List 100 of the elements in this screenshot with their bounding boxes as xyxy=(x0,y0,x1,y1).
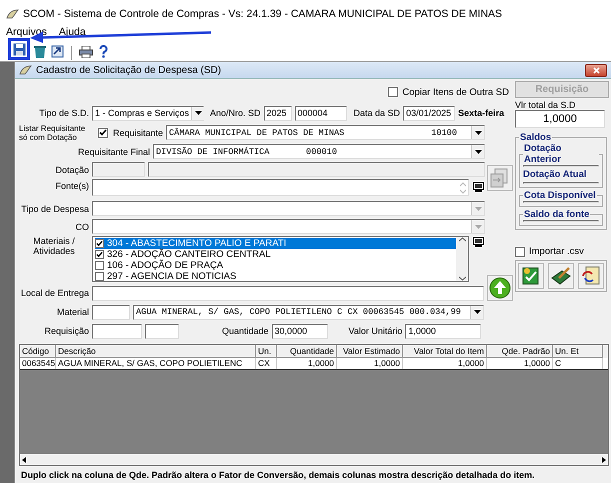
field-label: Valor Unitário xyxy=(348,326,402,336)
requester-dropdown[interactable]: CÂMARA MUNICIPAL DE PATOS DE MINAS 10100 xyxy=(166,125,485,140)
list-item[interactable]: 297 - AGENCIA DE NOTICIAS xyxy=(95,271,456,282)
caret-icon xyxy=(474,206,482,210)
scroll-right-icon[interactable] xyxy=(600,456,608,464)
toolbar-button[interactable] xyxy=(77,43,94,60)
bin-icon xyxy=(34,45,46,58)
table-cell: 1,0000 xyxy=(277,358,337,369)
group-title: Dotação Anterior xyxy=(523,143,562,165)
up-button[interactable] xyxy=(487,275,513,301)
window-title: SCOM - Sistema de Controle de Compras - Vs: 24.1.39 - CAMARA MUNICIPAL DE PATOS DE MINAS xyxy=(23,8,502,20)
app-icon xyxy=(19,64,32,76)
add-item-button[interactable] xyxy=(518,263,544,289)
form-title: Cadastro de Solicitação de Despesa (SD) xyxy=(36,64,222,76)
floppy-icon xyxy=(12,42,26,56)
field-label: Fonte(s) xyxy=(54,181,89,191)
total-field[interactable]: 1,0000 xyxy=(515,110,605,128)
close-icon xyxy=(592,66,600,74)
scrollbar[interactable] xyxy=(456,237,468,281)
caret-icon xyxy=(474,150,482,154)
table-cell: 1,0000 xyxy=(403,358,487,369)
question-mark-icon xyxy=(99,45,108,58)
document-arrow-icon xyxy=(51,45,64,58)
material-dropdown[interactable]: AGUA MINERAL, S/ GAS, COPO POLIETILENO C CX 00063545 000.034,99 xyxy=(133,304,484,320)
documents-icon xyxy=(490,168,510,188)
input-field[interactable] xyxy=(92,162,145,177)
co-dropdown[interactable] xyxy=(92,219,485,234)
caret-icon xyxy=(474,130,482,134)
table-cell: AGUA MINERAL, S/ GAS, COPO POLIETILENC xyxy=(56,358,256,369)
field-label: Dotação xyxy=(54,164,89,174)
number-field[interactable]: 000004 xyxy=(294,106,347,120)
monitor-icon[interactable] xyxy=(472,236,484,248)
input-field[interactable] xyxy=(92,324,142,338)
menu-item[interactable]: Arquivos xyxy=(6,26,47,38)
final-requester-dropdown[interactable]: DIVISÃO DE INFORMÁTICA 000010 xyxy=(153,144,485,159)
input-field[interactable] xyxy=(145,324,179,338)
document-button[interactable] xyxy=(578,263,604,289)
scroll-up-icon[interactable] xyxy=(458,237,466,242)
table-cell: 1,0000 xyxy=(337,358,403,369)
table-cell: 1,0000 xyxy=(487,358,553,369)
group-title: Saldo da fonte xyxy=(523,209,590,220)
list-item[interactable]: 106 - ADOÇÃO DE PRAÇA xyxy=(95,260,456,271)
table-cell: 0063545 xyxy=(20,358,56,369)
checkbox[interactable] xyxy=(98,128,108,138)
field-label: Data da SD xyxy=(354,108,400,118)
field-label: Materiais / Atividades xyxy=(32,236,76,256)
document-refresh-icon xyxy=(581,266,601,286)
field-label: Tipo de S.D. xyxy=(38,108,89,118)
input-field[interactable] xyxy=(148,162,485,177)
field-label: Tipo de Despesa xyxy=(20,204,89,214)
field-label: Material xyxy=(56,307,89,317)
close-button[interactable] xyxy=(585,64,607,76)
input-field[interactable] xyxy=(92,286,484,300)
field-label: Requisição xyxy=(43,326,89,336)
table-cell: CX xyxy=(256,358,277,369)
group-title: Cota Disponível xyxy=(523,190,597,201)
app-icon xyxy=(6,8,19,20)
toolbar-button[interactable] xyxy=(31,43,48,60)
status-text: Duplo click na coluna de Qde. Padrão altera o Fator de Conversão, demais colunas mostra descrição detalhada do item. xyxy=(20,469,536,480)
printer-icon xyxy=(78,46,92,58)
scroll-down-icon[interactable] xyxy=(458,276,466,281)
date-field[interactable]: 03/01/2025 xyxy=(403,106,456,120)
field-label: Listar Requisitante só com Dotação xyxy=(19,124,86,142)
table-cell: C xyxy=(553,358,603,369)
field-label: Ano/Nro. SD xyxy=(210,108,261,118)
field-label: Requisitante xyxy=(112,128,163,138)
field-label: CO xyxy=(74,222,89,232)
scroll-left-icon[interactable] xyxy=(20,456,28,464)
group-title: Saldos xyxy=(519,132,552,143)
book-pencil-icon xyxy=(551,266,571,286)
toolbar-button[interactable] xyxy=(8,38,30,60)
input-field[interactable] xyxy=(92,304,130,320)
edit-button[interactable] xyxy=(548,263,574,289)
field-label: Quantidade xyxy=(222,326,269,336)
field-label: Local de Entrega xyxy=(20,288,89,298)
unit-value-field[interactable]: 1,0000 xyxy=(405,324,482,338)
field-label: Dotação Atual xyxy=(523,169,588,180)
monitor-icon[interactable] xyxy=(472,181,484,193)
field-label: Requisitante Final xyxy=(76,146,150,156)
materials-list[interactable]: 304 - ABASTECIMENTO PALIO E PARATI 326 - ADOÇÃO CANTEIRO CENTRAL 106 - ADOÇÃO DE PRAÇA 297 - AGENCIA DE NOTICIAS xyxy=(92,236,469,282)
input-field[interactable] xyxy=(92,179,469,196)
list-item[interactable]: 304 - ABASTECIMENTO PALIO E PARATI xyxy=(95,238,456,249)
field-label: Vlr total da S.D xyxy=(515,100,577,110)
import-csv-checkbox[interactable]: Importar .csv xyxy=(515,246,609,257)
expense-type-dropdown[interactable] xyxy=(92,201,485,216)
caret-icon xyxy=(474,310,480,314)
list-item[interactable]: 326 - ADOÇÃO CANTEIRO CENTRAL xyxy=(95,249,456,260)
check-icon xyxy=(99,129,107,136)
menu-item[interactable]: Ajuda xyxy=(58,26,86,38)
toolbar-button[interactable] xyxy=(49,43,66,60)
type-dropdown[interactable]: 1 - Compras e Serviços xyxy=(92,106,204,120)
year-field[interactable]: 2025 xyxy=(264,106,292,120)
caret-icon xyxy=(194,111,202,115)
document-check-icon xyxy=(521,266,541,286)
quantity-field[interactable]: 30,0000 xyxy=(272,324,328,338)
spinner-icon xyxy=(460,182,466,194)
copy-items-checkbox[interactable]: Copiar Itens de Outra SD xyxy=(388,86,509,98)
caret-icon xyxy=(474,224,482,228)
horizontal-scrollbar[interactable] xyxy=(20,454,608,465)
weekday-text: Sexta-feira xyxy=(458,108,504,118)
